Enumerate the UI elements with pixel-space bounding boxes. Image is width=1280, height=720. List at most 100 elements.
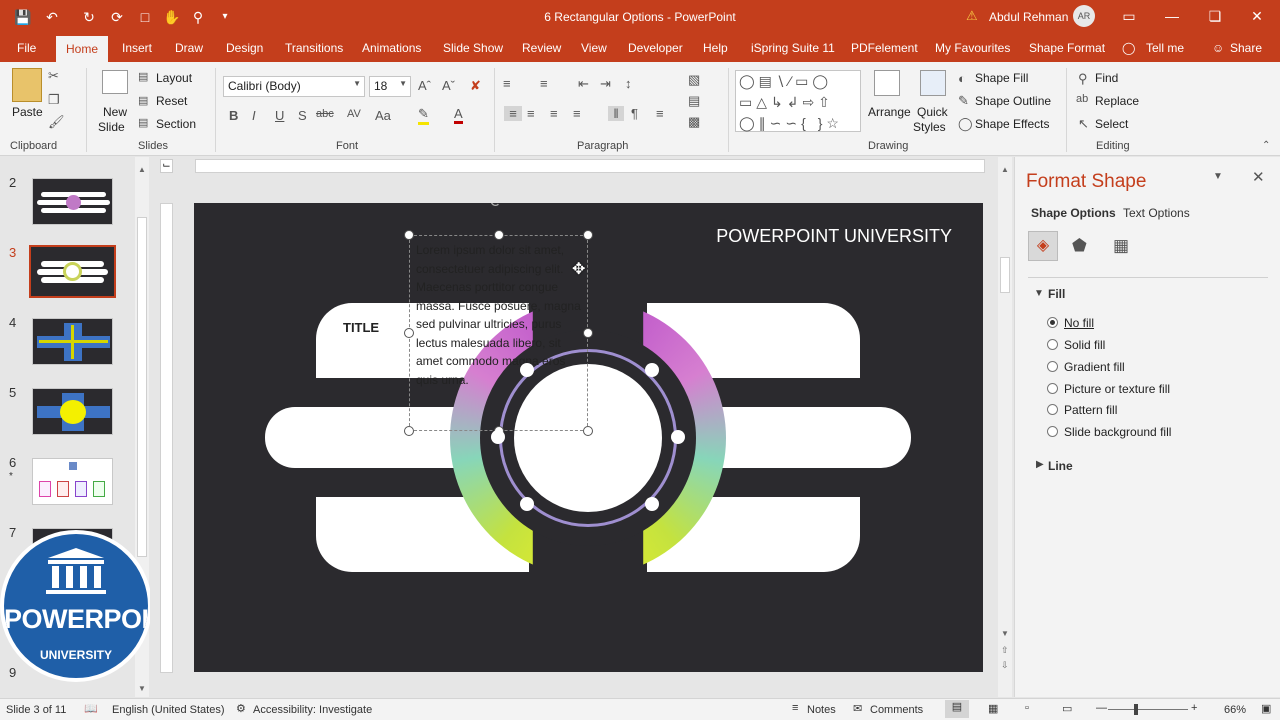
user-name[interactable]: Abdul Rehman: [989, 10, 1068, 24]
size-properties-icon[interactable]: ▦: [1113, 236, 1129, 256]
notes-icon[interactable]: ≡: [792, 702, 798, 714]
scroll-down-icon[interactable]: ▼: [1001, 629, 1009, 638]
normal-view-icon[interactable]: ▤: [945, 700, 969, 718]
pane-close-icon[interactable]: ✕: [1252, 168, 1265, 186]
reading-view-icon[interactable]: ▫: [1025, 702, 1029, 714]
tab-slide-show[interactable]: Slide Show: [443, 34, 503, 62]
slide-bg-fill-option[interactable]: Slide background fill: [1047, 425, 1171, 439]
close-icon[interactable]: ✕: [1245, 5, 1269, 27]
ribbon-display-icon[interactable]: ▭: [1117, 5, 1141, 27]
slide-sorter-icon[interactable]: ▦: [988, 702, 998, 715]
slide-counter[interactable]: Slide 3 of 11: [6, 704, 66, 716]
quick-styles-label[interactable]: Quick: [917, 105, 948, 119]
resize-handle[interactable]: [583, 328, 593, 338]
shape-fill-button[interactable]: Shape Fill: [975, 71, 1028, 85]
tab-shape-format[interactable]: Shape Format: [1029, 34, 1105, 62]
align-text-icon[interactable]: ≡: [656, 106, 664, 121]
radio-icon[interactable]: [1047, 404, 1058, 415]
highlight-icon[interactable]: ✎: [418, 106, 429, 125]
shape-effects-button[interactable]: Shape Effects: [975, 117, 1050, 131]
radio-icon[interactable]: [1047, 426, 1058, 437]
font-color-icon[interactable]: A: [454, 106, 463, 124]
notes-button[interactable]: Notes: [807, 704, 836, 716]
tab-view[interactable]: View: [581, 34, 607, 62]
horizontal-ruler[interactable]: [195, 159, 985, 173]
font-size-combo[interactable]: 18 ▼: [369, 76, 411, 97]
resize-handle[interactable]: [404, 328, 414, 338]
arrange-icon[interactable]: [874, 70, 900, 96]
rotate-handle-icon[interactable]: ⟳: [490, 203, 503, 212]
paste-icon[interactable]: [12, 68, 42, 102]
radio-icon[interactable]: [1047, 339, 1058, 350]
line-spacing-icon[interactable]: ↕: [625, 76, 632, 91]
increase-font-icon[interactable]: Aˆ: [418, 78, 431, 93]
tab-developer[interactable]: Developer: [628, 34, 683, 62]
zoom-out-icon[interactable]: —: [1096, 702, 1107, 714]
slide-thumbnail-4[interactable]: [32, 318, 113, 365]
resize-handle[interactable]: [583, 230, 593, 240]
vertical-ruler[interactable]: [160, 203, 173, 673]
expand-line-icon[interactable]: ▶: [1036, 459, 1044, 470]
format-painter-icon[interactable]: 🖌: [48, 114, 65, 130]
line-section[interactable]: Line: [1048, 459, 1073, 473]
tab-pdfelement[interactable]: PDFelement: [851, 34, 918, 62]
tab-design[interactable]: Design: [226, 34, 263, 62]
radio-icon[interactable]: [1047, 361, 1058, 372]
tab-my-favourites[interactable]: My Favourites: [935, 34, 1010, 62]
no-fill-option[interactable]: No fill: [1047, 316, 1094, 330]
underline-icon[interactable]: U: [275, 108, 284, 123]
language-status[interactable]: English (United States): [112, 704, 225, 716]
new-slide-label[interactable]: New: [103, 105, 127, 119]
resize-handle[interactable]: [404, 230, 414, 240]
reset-button[interactable]: Reset: [156, 94, 187, 108]
tab-stop-selector[interactable]: ⌙: [160, 159, 173, 173]
smartart-icon[interactable]: ▧: [688, 72, 700, 88]
scroll-down-icon[interactable]: ▼: [138, 684, 146, 693]
decrease-indent-icon[interactable]: ⇤: [578, 76, 589, 92]
scroll-thumb[interactable]: [1000, 257, 1010, 293]
picture-fill-option[interactable]: Picture or texture fill: [1047, 382, 1170, 396]
pattern-fill-option[interactable]: Pattern fill: [1047, 403, 1117, 417]
tab-shape-options[interactable]: Shape Options: [1031, 206, 1116, 220]
fill-section[interactable]: Fill: [1048, 287, 1065, 301]
zoom-in-icon[interactable]: +: [1191, 702, 1197, 714]
align-center-icon[interactable]: ≡: [527, 106, 535, 121]
selection-box[interactable]: [409, 235, 588, 431]
decrease-font-icon[interactable]: Aˇ: [442, 78, 455, 93]
slide-thumbnail-2[interactable]: [32, 178, 113, 225]
resize-handle[interactable]: [494, 230, 504, 240]
shapes-gallery[interactable]: ◯▤∖∕▭◯ ▭△↳↲⇨⇧ ◯∥∽∽{ }☆: [735, 70, 861, 132]
shadow-icon[interactable]: S: [298, 108, 307, 123]
select-button[interactable]: Select: [1095, 117, 1128, 131]
quick-styles-label-2[interactable]: Styles: [913, 120, 946, 134]
tab-review[interactable]: Review: [522, 34, 561, 62]
layout-button[interactable]: Layout: [156, 71, 192, 85]
change-case-icon[interactable]: Aa: [375, 108, 391, 123]
zoom-level[interactable]: 66%: [1224, 704, 1246, 716]
bold-icon[interactable]: B: [229, 108, 238, 123]
convert-smartart-icon[interactable]: ▩: [688, 114, 700, 130]
tab-home[interactable]: Home: [56, 36, 109, 62]
spelling-icon[interactable]: 📖: [84, 702, 98, 715]
align-left-icon[interactable]: ≡: [504, 106, 522, 121]
font-name-combo[interactable]: Calibri (Body) ▼: [223, 76, 365, 97]
share-button[interactable]: Share: [1230, 34, 1262, 62]
columns-icon[interactable]: ‖: [608, 106, 624, 121]
minimize-icon[interactable]: —: [1160, 5, 1184, 27]
fit-slide-icon[interactable]: ▣: [1261, 702, 1271, 715]
tab-animations[interactable]: Animations: [362, 34, 421, 62]
tab-draw[interactable]: Draw: [175, 34, 203, 62]
ring-dot[interactable]: [645, 497, 659, 511]
scroll-up-icon[interactable]: ▲: [1001, 165, 1009, 174]
scroll-up-icon[interactable]: ▲: [138, 165, 146, 174]
italic-icon[interactable]: I: [252, 108, 256, 123]
accessibility-status[interactable]: Accessibility: Investigate: [253, 704, 372, 716]
clear-formatting-icon[interactable]: ✘: [470, 78, 481, 94]
avatar[interactable]: AR: [1073, 5, 1095, 27]
align-right-icon[interactable]: ≡: [550, 106, 558, 121]
section-button[interactable]: Section: [156, 117, 196, 131]
strikethrough-icon[interactable]: abc: [316, 108, 334, 120]
resize-handle[interactable]: [583, 426, 593, 436]
slide-thumbnail-3[interactable]: [29, 245, 116, 298]
ring-dot[interactable]: [671, 430, 685, 444]
